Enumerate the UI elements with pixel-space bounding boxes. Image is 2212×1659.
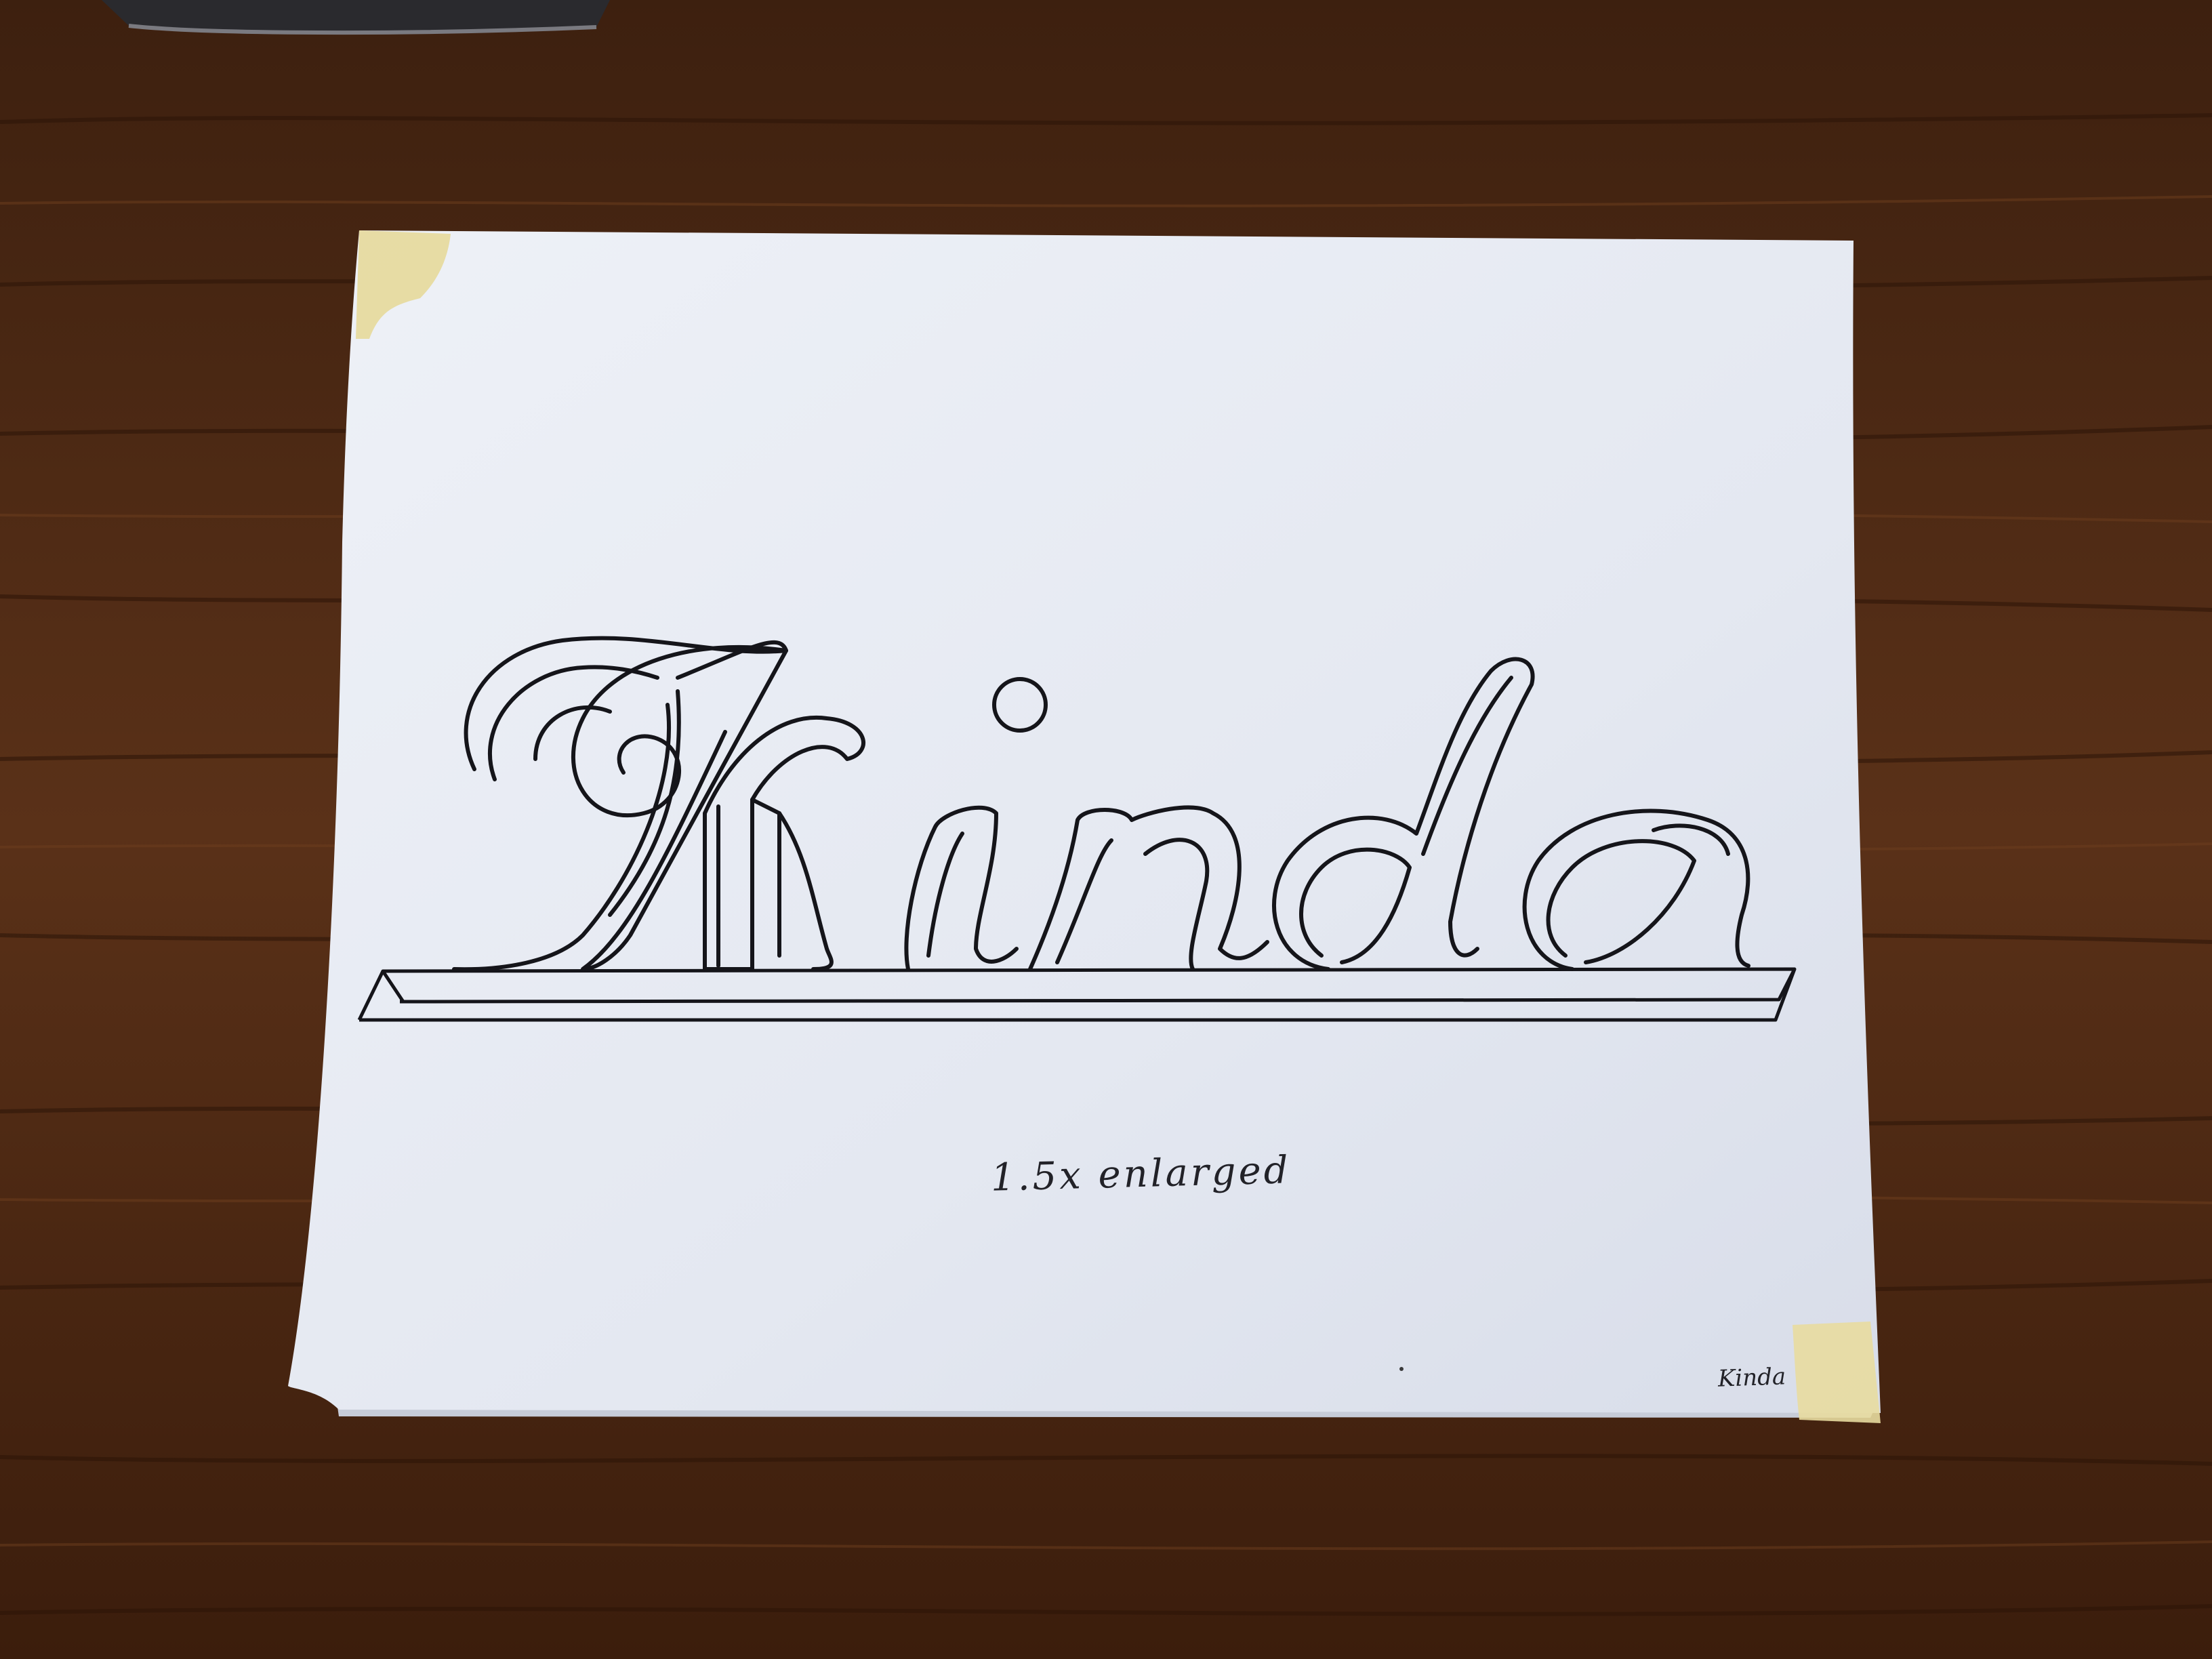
- photo-scene: [0, 0, 2212, 1659]
- handwritten-caption: 1.5x enlarged: [990, 1148, 1292, 1200]
- paper-sheet: [288, 230, 1881, 1413]
- handwritten-corner-label: Kinda: [1717, 1363, 1786, 1393]
- paper-speck: [1399, 1367, 1404, 1371]
- laptop-edge: [102, 0, 610, 35]
